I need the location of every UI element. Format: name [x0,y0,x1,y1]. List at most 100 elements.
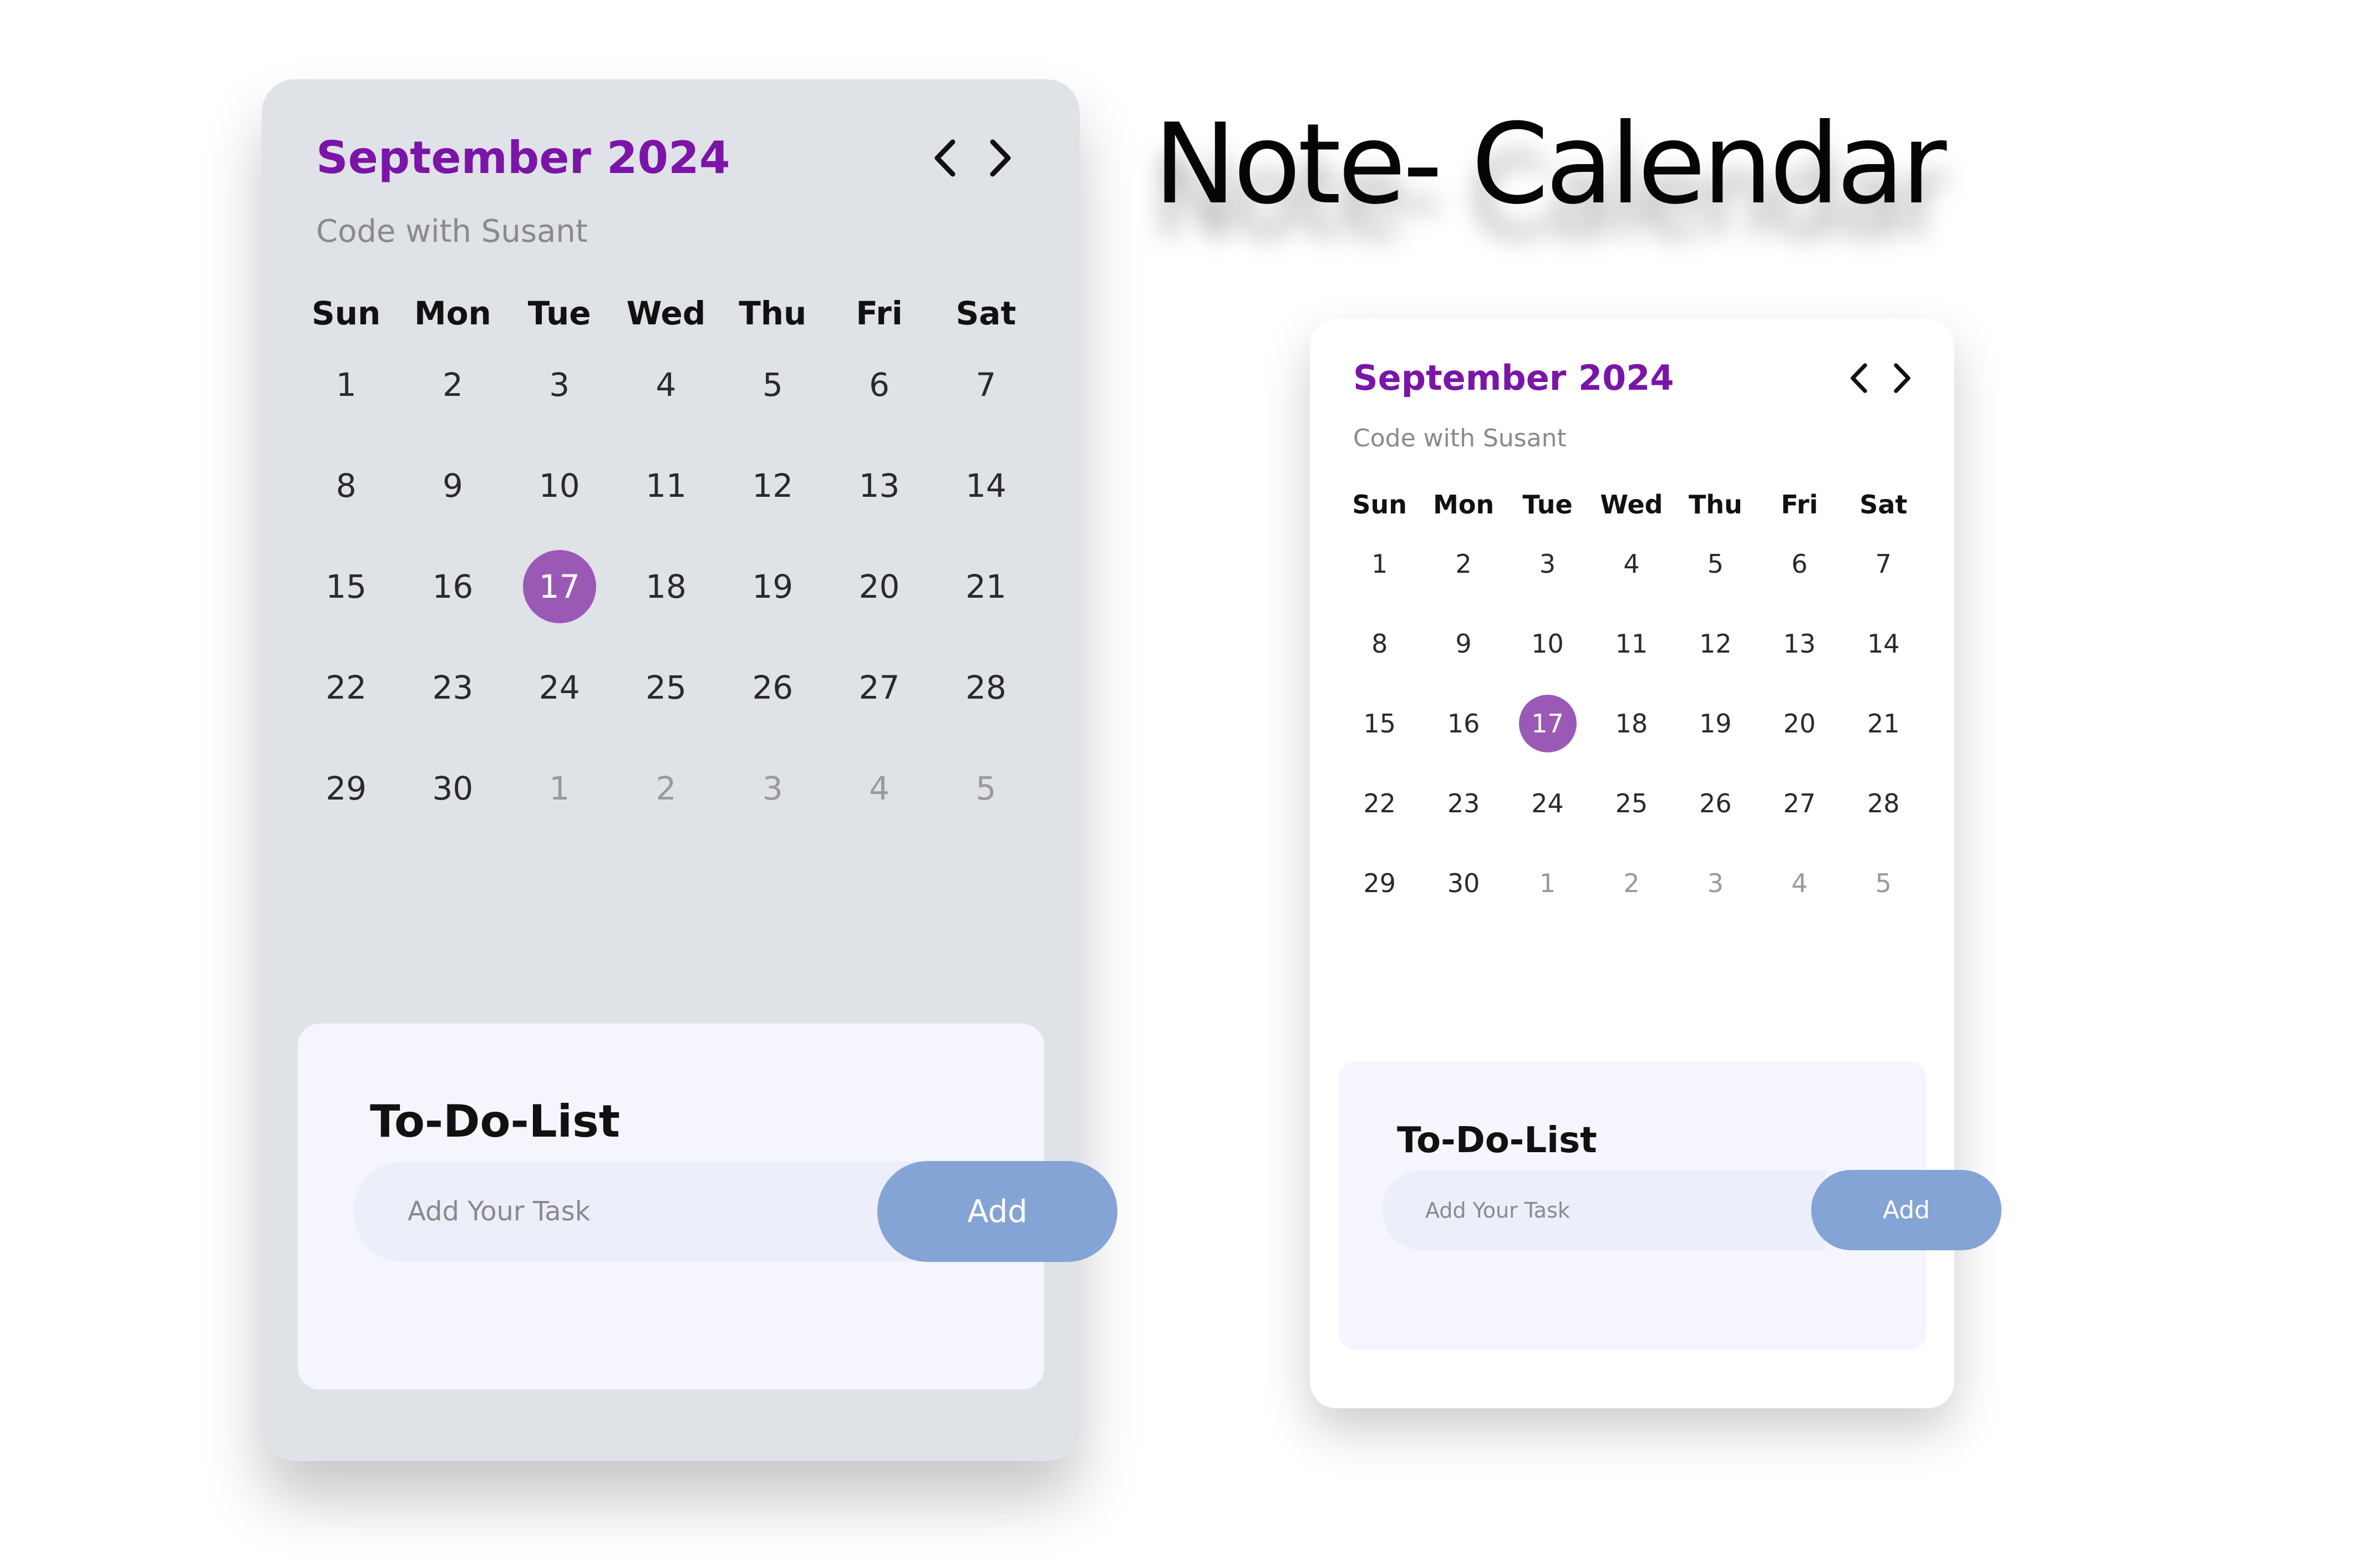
day-cell-today[interactable]: 17 [1506,684,1589,763]
day-cell[interactable]: 26 [1674,763,1757,843]
day-cell[interactable]: 7 [933,334,1039,435]
day-cell[interactable]: 1 [1338,524,1421,604]
day-cell-next-month[interactable]: 3 [1674,843,1757,923]
weekday-label: Fri [856,294,903,332]
task-input[interactable] [353,1161,936,1262]
day-cell[interactable]: 28 [933,637,1039,738]
weekday-label: Tue [527,294,591,332]
day-cell[interactable]: 23 [399,637,506,738]
day-cell[interactable]: 7 [1842,524,1925,604]
day-cell[interactable]: 20 [1757,684,1841,763]
day-cell[interactable]: 8 [1338,604,1421,684]
day-cell[interactable]: 30 [399,738,506,839]
day-cell-today[interactable]: 17 [506,536,613,637]
day-number: 30 [1447,868,1480,898]
day-cell[interactable]: 16 [1421,684,1505,763]
prev-month-button[interactable] [1839,359,1878,398]
day-cell[interactable]: 29 [1338,843,1421,923]
add-task-button[interactable]: Add [1811,1170,2001,1250]
day-cell[interactable]: 6 [826,334,932,435]
day-cell[interactable]: 2 [399,334,506,435]
day-cell[interactable]: 4 [613,334,719,435]
day-number: 23 [432,669,474,706]
day-cell[interactable]: 20 [826,536,932,637]
day-cell-next-month[interactable]: 5 [933,738,1039,839]
day-cell-next-month[interactable]: 1 [1506,843,1589,923]
day-cell[interactable]: 25 [1589,763,1673,843]
day-cell[interactable]: 14 [1842,604,1925,684]
next-month-button[interactable] [1883,359,1922,398]
day-cell[interactable]: 11 [613,435,719,536]
day-cell[interactable]: 3 [506,334,613,435]
day-number: 15 [1363,709,1396,739]
day-cell[interactable]: 23 [1421,763,1505,843]
day-cell[interactable]: 15 [1338,684,1421,763]
day-number: 4 [1791,868,1808,898]
day-cell[interactable]: 22 [293,637,399,738]
day-number: 12 [1699,629,1732,659]
day-cell-next-month[interactable]: 2 [613,738,719,839]
day-cell[interactable]: 24 [506,637,613,738]
day-cell[interactable]: 4 [1589,524,1673,604]
day-cell[interactable]: 5 [719,334,826,435]
day-cell[interactable]: 16 [399,536,506,637]
next-month-button[interactable] [977,135,1024,181]
task-input[interactable] [1382,1170,1826,1250]
day-cell[interactable]: 13 [1757,604,1841,684]
day-number: 28 [965,669,1007,706]
day-cell[interactable]: 8 [293,435,399,536]
day-cell[interactable]: 14 [933,435,1039,536]
chevron-left-icon [933,139,957,177]
day-number: 3 [1707,868,1724,898]
day-cell-next-month[interactable]: 1 [506,738,613,839]
day-cell[interactable]: 28 [1842,763,1925,843]
day-cell[interactable]: 29 [293,738,399,839]
day-cell[interactable]: 18 [613,536,719,637]
day-number: 8 [336,467,357,505]
day-cell[interactable]: 30 [1421,843,1505,923]
day-number: 2 [442,366,463,404]
day-cell[interactable]: 13 [826,435,932,536]
day-number: 2 [655,770,677,807]
day-number: 6 [1791,549,1808,579]
day-cell-next-month[interactable]: 3 [719,738,826,839]
day-cell[interactable]: 12 [719,435,826,536]
day-cell[interactable]: 19 [1674,684,1757,763]
day-cell[interactable]: 19 [719,536,826,637]
day-cell[interactable]: 27 [1757,763,1841,843]
day-number: 5 [975,770,997,807]
prev-month-button[interactable] [922,135,968,181]
day-cell[interactable]: 2 [1421,524,1505,604]
day-cell[interactable]: 6 [1757,524,1841,604]
day-cell[interactable]: 22 [1338,763,1421,843]
day-cell[interactable]: 21 [933,536,1039,637]
day-number: 17 [1518,695,1577,752]
day-cell[interactable]: 9 [399,435,506,536]
day-cell[interactable]: 15 [293,536,399,637]
day-cell[interactable]: 10 [506,435,613,536]
day-cell[interactable]: 25 [613,637,719,738]
day-cell[interactable]: 1 [293,334,399,435]
day-cell[interactable]: 5 [1674,524,1757,604]
day-cell[interactable]: 9 [1421,604,1505,684]
add-task-button[interactable]: Add [877,1161,1117,1262]
day-number: 23 [1447,788,1480,818]
chevron-left-icon [1849,363,1869,394]
day-number: 4 [1623,549,1640,579]
day-cell-next-month[interactable]: 2 [1589,843,1673,923]
day-grid: 1 2 3 4 5 6 7 8 9 10 11 12 13 14 15 16 17 18 19 20 21 22 23 24 2… [293,334,1039,839]
day-cell[interactable]: 12 [1674,604,1757,684]
day-number: 24 [1531,788,1564,818]
day-cell[interactable]: 11 [1589,604,1673,684]
day-cell[interactable]: 24 [1506,763,1589,843]
weekday-label: Tue [1522,490,1573,520]
day-cell[interactable]: 21 [1842,684,1925,763]
day-cell[interactable]: 27 [826,637,932,738]
day-cell-next-month[interactable]: 5 [1842,843,1925,923]
day-cell[interactable]: 3 [1506,524,1589,604]
day-cell[interactable]: 18 [1589,684,1673,763]
day-cell-next-month[interactable]: 4 [826,738,932,839]
day-cell[interactable]: 26 [719,637,826,738]
day-cell[interactable]: 10 [1506,604,1589,684]
day-cell-next-month[interactable]: 4 [1757,843,1841,923]
